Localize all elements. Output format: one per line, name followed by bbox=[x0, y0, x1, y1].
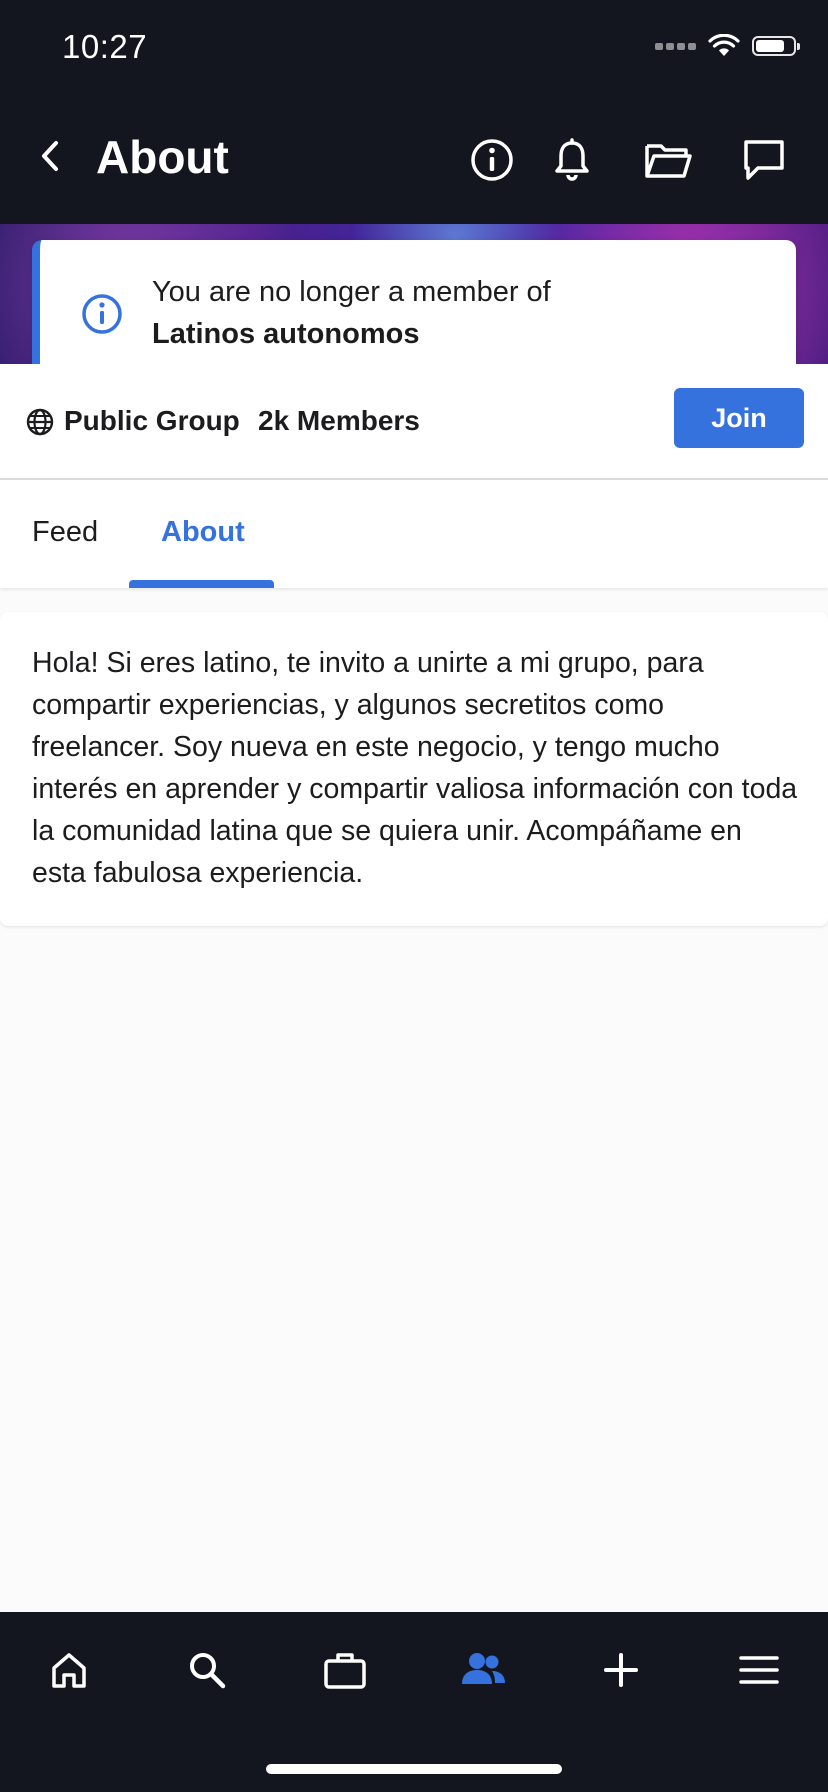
folder-icon bbox=[645, 144, 692, 178]
menu-icon bbox=[739, 1656, 779, 1684]
toast-message: You are no longer a member of bbox=[152, 276, 551, 308]
tab-about[interactable]: About bbox=[161, 516, 245, 549]
wifi-icon bbox=[708, 34, 740, 56]
tab-home[interactable] bbox=[43, 1644, 95, 1696]
back-button[interactable] bbox=[30, 136, 70, 176]
page-title: About bbox=[96, 131, 229, 183]
status-time: 10:27 bbox=[62, 28, 148, 65]
tab-menu[interactable] bbox=[733, 1644, 785, 1696]
member-count: 2k Members bbox=[258, 405, 420, 436]
chat-button[interactable] bbox=[740, 136, 788, 184]
groups-icon bbox=[462, 1653, 505, 1684]
notifications-button[interactable] bbox=[548, 136, 596, 184]
battery-icon bbox=[752, 36, 800, 56]
home-icon bbox=[52, 1653, 86, 1688]
tab-feed[interactable]: Feed bbox=[32, 516, 98, 549]
plus-icon bbox=[604, 1653, 638, 1687]
tab-create[interactable] bbox=[595, 1644, 647, 1696]
bell-icon bbox=[555, 138, 589, 181]
files-button[interactable] bbox=[644, 136, 692, 184]
globe-icon bbox=[26, 408, 54, 436]
active-tab-indicator bbox=[129, 580, 274, 588]
cellular-signal-icon bbox=[655, 42, 696, 50]
toast-group-name: Latinos autonomos bbox=[152, 318, 420, 350]
tab-jobs[interactable] bbox=[319, 1644, 371, 1696]
chat-bubble-icon bbox=[744, 140, 784, 180]
info-button[interactable] bbox=[468, 136, 516, 184]
info-icon bbox=[471, 139, 513, 181]
tab-bar bbox=[0, 480, 828, 588]
status-indicators bbox=[655, 34, 800, 58]
tab-groups[interactable] bbox=[457, 1644, 509, 1696]
group-privacy: Public Group bbox=[64, 405, 240, 436]
info-icon bbox=[82, 294, 122, 334]
home-indicator[interactable] bbox=[266, 1764, 562, 1774]
group-description: Hola! Si eres latino, te invito a unirte… bbox=[32, 647, 798, 889]
tab-search[interactable] bbox=[181, 1644, 233, 1696]
chevron-left-icon bbox=[42, 141, 58, 171]
search-icon bbox=[190, 1653, 226, 1689]
briefcase-icon bbox=[324, 1653, 366, 1689]
join-button[interactable]: Join bbox=[674, 388, 804, 448]
